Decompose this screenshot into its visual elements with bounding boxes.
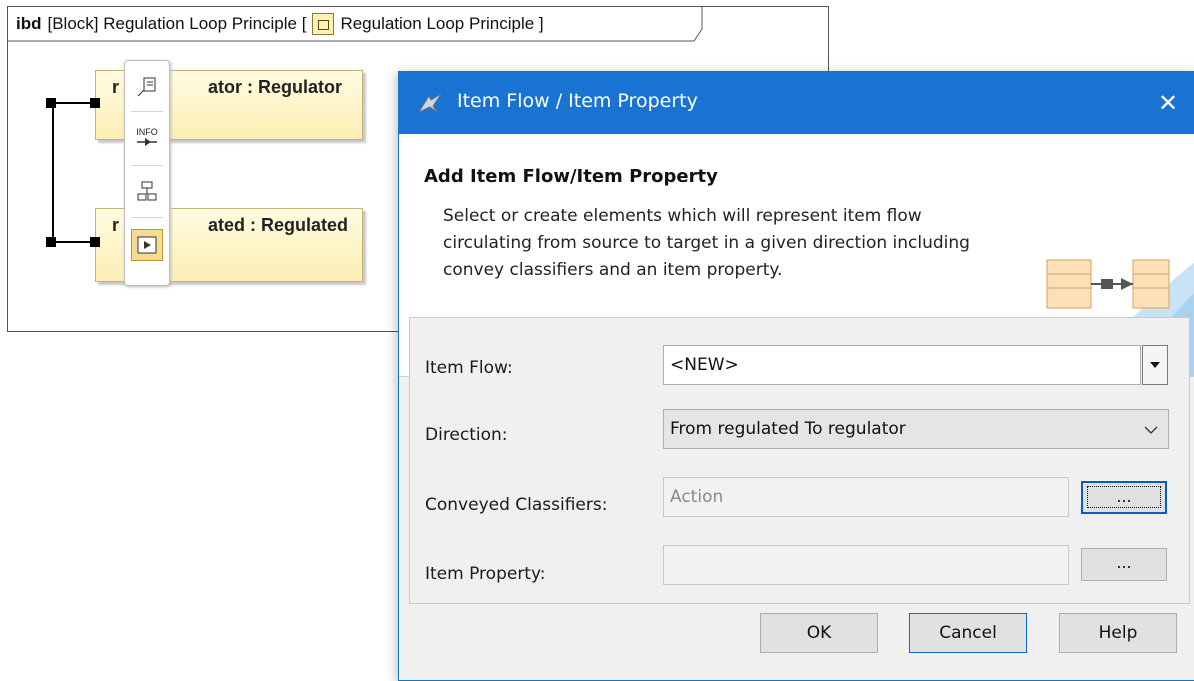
toolbar-separator [131, 165, 163, 166]
port-regulated[interactable] [90, 237, 100, 247]
browse-button-label: ... [1087, 486, 1161, 508]
flow-arrow-icon [137, 138, 157, 146]
close-icon: ✕ [1157, 89, 1179, 117]
information-flow-button[interactable]: INFO [131, 121, 163, 153]
direction-value: From regulated To regulator [670, 419, 906, 439]
item-property-browse-button[interactable]: ... [1081, 548, 1167, 581]
connector-line-top[interactable] [52, 102, 94, 104]
smart-manipulator-toolbar: INFO [124, 60, 170, 286]
conveyed-classifiers-field[interactable]: Action [663, 477, 1069, 517]
structure-button[interactable] [131, 175, 163, 207]
help-button[interactable]: Help [1059, 613, 1177, 653]
item-flow-combo[interactable]: <NEW> [663, 345, 1141, 385]
frame-title-name: Regulation Loop Principle ] [340, 14, 544, 33]
dialog-title: Item Flow / Item Property [457, 90, 698, 112]
dialog-titlebar[interactable]: Item Flow / Item Property ✕ [399, 72, 1194, 134]
app-logo-icon [417, 93, 442, 114]
direction-select[interactable]: From regulated To regulator [663, 409, 1169, 449]
play-expand-icon [137, 236, 157, 254]
connector-line-left[interactable] [52, 102, 54, 242]
header-title: Add Item Flow/Item Property [424, 166, 718, 187]
cancel-button[interactable]: Cancel [909, 613, 1027, 653]
fields-panel: Item Flow: <NEW> Direction: From regulat… [409, 317, 1190, 604]
header-description: Select or create elements which will rep… [443, 206, 970, 280]
direction-label: Direction: [425, 425, 508, 445]
part-name-prefix: r [112, 77, 120, 97]
frame-heading: ibd [Block] Regulation Loop Principle [ … [8, 7, 554, 41]
conveyed-classifiers-browse-button[interactable]: ... [1081, 481, 1167, 514]
note-button[interactable] [131, 71, 163, 103]
port-left-bottom[interactable] [46, 237, 56, 247]
port-left-top[interactable] [46, 98, 56, 108]
item-flow-dropdown-button[interactable] [1142, 345, 1168, 385]
note-anchor-icon [137, 77, 156, 97]
item-flow-dialog: Item Flow / Item Property ✕ Add Item Flo… [398, 71, 1194, 681]
port-regulator[interactable] [90, 98, 100, 108]
expand-button[interactable] [131, 229, 163, 261]
structure-icon [137, 181, 157, 201]
ibd-diagram-icon [312, 13, 335, 35]
close-button[interactable]: ✕ [1151, 86, 1185, 120]
ok-button[interactable]: OK [760, 613, 878, 653]
frame-kind: ibd [16, 14, 42, 33]
conveyed-classifiers-label: Conveyed Classifiers: [425, 495, 608, 515]
toolbar-separator [131, 217, 163, 218]
part-name: ated : Regulated [208, 215, 349, 235]
part-name-prefix: r [112, 215, 120, 235]
toolbar-separator [131, 111, 163, 112]
part-name: ator : Regulator [208, 77, 343, 97]
chevron-down-icon [1144, 426, 1158, 434]
dropdown-arrow-icon [1150, 362, 1160, 368]
info-label: INFO [136, 127, 158, 137]
item-property-label: Item Property: [425, 564, 546, 584]
frame-title-prefix: [Block] Regulation Loop Principle [ [47, 14, 307, 33]
item-flow-label: Item Flow: [425, 358, 513, 378]
item-flow-icon [1046, 259, 1170, 309]
connector-line-bottom[interactable] [52, 241, 94, 243]
item-property-field[interactable] [663, 545, 1069, 585]
